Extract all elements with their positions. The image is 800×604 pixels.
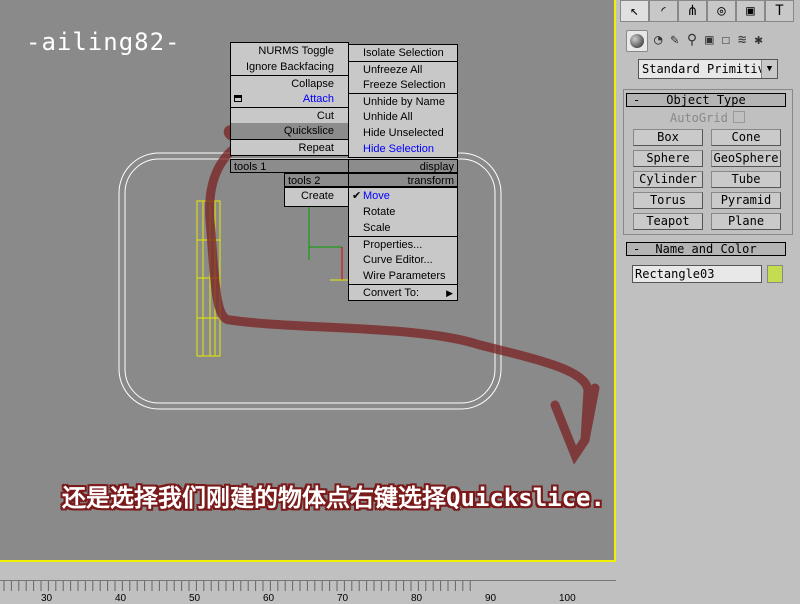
- menu-item-scale[interactable]: Scale: [349, 220, 457, 236]
- cylinder-button[interactable]: Cylinder: [633, 171, 703, 188]
- quad-menu-tools1: NURMS Toggle Ignore Backfacing Collapse …: [230, 42, 349, 156]
- motion-tab-icon[interactable]: ◎: [707, 0, 736, 22]
- plane-button[interactable]: Plane: [711, 213, 781, 230]
- ruler-ticks: [3, 581, 471, 591]
- menu-item-freeze-selection[interactable]: Freeze Selection: [349, 77, 457, 93]
- cone-button[interactable]: Cone: [711, 129, 781, 146]
- checkmark-icon: ✔: [352, 190, 362, 202]
- menu-item-properties[interactable]: Properties...: [349, 236, 457, 252]
- primitive-type-dropdown[interactable]: Standard Primitiv ▼: [638, 59, 778, 79]
- sphere-button[interactable]: Sphere: [633, 150, 703, 167]
- quad-label-tools2: tools 2: [284, 173, 349, 187]
- menu-item-attach[interactable]: Attach: [231, 91, 348, 107]
- display-tab-icon[interactable]: ▣: [736, 0, 765, 22]
- quad-menu-display: Isolate Selection Unfreeze All Freeze Se…: [348, 44, 458, 158]
- object-name-input[interactable]: Rectangle03: [632, 265, 762, 283]
- perspective-viewport[interactable]: -ailing82- NURMS Toggle Ignore Backfacin…: [0, 0, 616, 562]
- ruler-label: 70: [337, 593, 349, 604]
- ruler-label: 30: [41, 593, 53, 604]
- geometry-category-button[interactable]: [626, 30, 648, 52]
- category-icons[interactable]: ◔✎⚲▣☐≋✱: [654, 32, 771, 48]
- ruler-label: 50: [189, 593, 201, 604]
- object-color-swatch[interactable]: [767, 265, 783, 283]
- quad-menu-tools2: Create: [284, 187, 349, 207]
- menu-item-repeat[interactable]: Repeat: [231, 139, 348, 155]
- menu-item-move[interactable]: ✔ Move: [349, 188, 457, 204]
- menu-item-collapse[interactable]: Collapse: [231, 75, 348, 91]
- ruler-label: 40: [115, 593, 127, 604]
- sphere-icon: [630, 34, 644, 48]
- teapot-button[interactable]: Teapot: [633, 213, 703, 230]
- autogrid-label: AutoGrid: [670, 111, 728, 125]
- menu-item-curve-editor[interactable]: Curve Editor...: [349, 252, 457, 268]
- submenu-arrow-icon: ▶: [446, 288, 453, 298]
- box-button[interactable]: Box: [633, 129, 703, 146]
- menu-item-hide-selection[interactable]: Hide Selection: [349, 141, 457, 157]
- tube-button[interactable]: Tube: [711, 171, 781, 188]
- command-panel: ↖ ◜ ⋔ ◎ ▣ T ◔✎⚲▣☐≋✱ Standard Primitiv ▼ -…: [618, 0, 800, 562]
- transform-gizmo: [308, 205, 350, 281]
- menu-item-convert-to[interactable]: Convert To: ▶: [349, 284, 457, 300]
- menu-item-unhide-by-name[interactable]: Unhide by Name: [349, 93, 457, 109]
- menu-item-create[interactable]: Create: [285, 188, 348, 204]
- menu-item-ignore-backfacing[interactable]: Ignore Backfacing: [231, 59, 348, 75]
- quad-menu-transform: ✔ Move Rotate Scale Properties... Curve E…: [348, 187, 458, 301]
- hierarchy-tab-icon[interactable]: ⋔: [678, 0, 707, 22]
- modify-tab-icon[interactable]: ◜: [649, 0, 678, 22]
- ruler-label: 60: [263, 593, 275, 604]
- menu-item-wire-parameters[interactable]: Wire Parameters: [349, 268, 457, 284]
- menu-item-cut[interactable]: Cut: [231, 107, 348, 123]
- menu-item-unfreeze-all[interactable]: Unfreeze All: [349, 61, 457, 77]
- ruler-label: 100: [559, 593, 576, 604]
- menu-item-quickslice[interactable]: Quickslice: [231, 123, 348, 139]
- utilities-tab-icon[interactable]: T: [765, 0, 794, 22]
- autogrid-checkbox[interactable]: [733, 111, 745, 123]
- menu-item-hide-unselected[interactable]: Hide Unselected: [349, 125, 457, 141]
- timeline-ruler[interactable]: 30 40 50 60 70 80 90 100: [0, 580, 616, 604]
- window-icon: [234, 95, 242, 102]
- pyramid-button[interactable]: Pyramid: [711, 192, 781, 209]
- dropdown-arrow-icon: ▼: [761, 60, 777, 78]
- geosphere-button[interactable]: GeoSphere: [711, 150, 781, 167]
- subtitle-caption: 还是选择我们刚建的物体点右键选择Quickslice.: [62, 484, 605, 512]
- ruler-label: 80: [411, 593, 423, 604]
- menu-item-unhide-all[interactable]: Unhide All: [349, 109, 457, 125]
- menu-item-isolate-selection[interactable]: Isolate Selection: [349, 45, 457, 61]
- quad-label-display: display: [348, 159, 458, 173]
- object-type-header[interactable]: - Object Type: [626, 93, 786, 107]
- menu-item-rotate[interactable]: Rotate: [349, 204, 457, 220]
- quad-label-tools1: tools 1: [230, 159, 349, 173]
- name-and-color-header[interactable]: - Name and Color: [626, 242, 786, 256]
- create-tab-icon[interactable]: ↖: [620, 0, 649, 22]
- quad-label-transform: transform: [348, 173, 458, 187]
- torus-button[interactable]: Torus: [633, 192, 703, 209]
- menu-item-nurms-toggle[interactable]: NURMS Toggle: [231, 43, 348, 59]
- ruler-label: 90: [485, 593, 497, 604]
